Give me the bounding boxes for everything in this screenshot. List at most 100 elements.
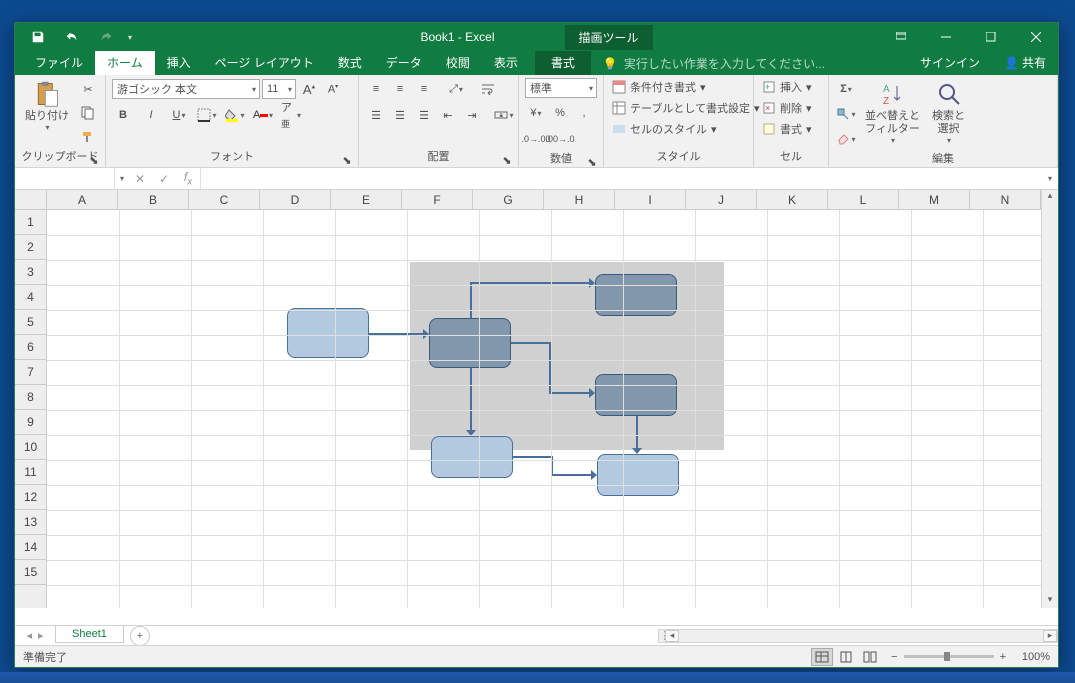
find-select-button[interactable]: 検索と 選択▾ [928,78,969,148]
column-header-L[interactable]: L [828,190,899,209]
italic-button[interactable]: I [140,104,162,126]
column-header-F[interactable]: F [402,190,473,209]
row-header-14[interactable]: 14 [15,535,46,560]
increase-decimal-button[interactable]: .0→.00 [525,128,547,150]
fill-color-button[interactable]: ▾ [224,104,246,126]
row-header-3[interactable]: 3 [15,260,46,285]
row-headers[interactable]: 123456789101112131415 [15,210,47,608]
tab-view[interactable]: 表示 [482,50,530,75]
increase-indent-button[interactable]: ⇥ [461,104,483,126]
close-button[interactable] [1013,23,1058,51]
row-header-5[interactable]: 5 [15,310,46,335]
sheet-tab-1[interactable]: Sheet1 [55,626,124,643]
column-header-J[interactable]: J [686,190,757,209]
underline-button[interactable]: U▾ [168,104,190,126]
format-painter-button[interactable] [77,126,99,148]
undo-button[interactable] [59,26,85,48]
column-header-E[interactable]: E [331,190,402,209]
connector-4[interactable] [470,368,472,430]
maximize-button[interactable] [968,23,1013,51]
column-headers[interactable]: ABCDEFGHIJKLMN [47,190,1041,210]
increase-font-button[interactable]: A▴ [298,78,320,100]
row-header-13[interactable]: 13 [15,510,46,535]
bold-button[interactable]: B [112,104,134,126]
row-header-8[interactable]: 8 [15,385,46,410]
number-format-combo[interactable]: 標準 [525,78,597,98]
column-header-B[interactable]: B [118,190,189,209]
row-header-7[interactable]: 7 [15,360,46,385]
column-header-D[interactable]: D [260,190,331,209]
format-cells-button[interactable]: 書式 ▾ [760,120,814,138]
row-header-9[interactable]: 9 [15,410,46,435]
redo-button[interactable] [93,26,119,48]
column-header-H[interactable]: H [544,190,615,209]
worksheet-grid[interactable]: ABCDEFGHIJKLMN 123456789101112131415 [15,190,1058,625]
expand-formula-bar[interactable]: ▾ [1042,174,1058,183]
alignment-dialog-launcher[interactable]: ⬊ [502,154,512,164]
cell-styles-button[interactable]: セルのスタイル ▾ [610,120,719,138]
minimize-button[interactable] [923,23,968,51]
align-bottom-button[interactable]: ≡ [413,78,435,100]
zoom-slider[interactable] [904,655,994,658]
border-button[interactable]: ▾ [196,104,218,126]
align-top-button[interactable]: ≡ [365,78,387,100]
align-left-button[interactable]: ☰ [365,104,387,126]
font-size-combo[interactable]: 11 [262,79,296,99]
flowchart-shape-5[interactable] [431,436,513,478]
column-header-C[interactable]: C [189,190,260,209]
signin-button[interactable]: サインイン [908,50,992,75]
windows-taskbar[interactable] [0,672,1075,683]
zoom-out-button[interactable]: − [891,651,897,663]
copy-button[interactable] [77,102,99,124]
zoom-level[interactable]: 100% [1012,651,1050,663]
decrease-font-button[interactable]: A▾ [322,78,344,100]
align-middle-button[interactable]: ≡ [389,78,411,100]
column-header-I[interactable]: I [615,190,686,209]
horizontal-scrollbar[interactable]: ⋮ ◂ ▸ [658,629,1058,643]
tab-pagelayout[interactable]: ページ レイアウト [203,50,326,75]
tab-data[interactable]: データ [374,50,434,75]
select-all-button[interactable] [15,190,47,210]
ruby-button[interactable]: ア亜▾ [280,104,302,126]
conditional-formatting-button[interactable]: 条件付き書式 ▾ [610,78,708,96]
clipboard-dialog-launcher[interactable]: ⬊ [89,154,99,164]
row-header-10[interactable]: 10 [15,435,46,460]
tab-insert[interactable]: 挿入 [155,50,203,75]
tab-format[interactable]: 書式 [535,50,591,75]
align-right-button[interactable]: ☰ [413,104,435,126]
column-header-A[interactable]: A [47,190,118,209]
cancel-formula-button[interactable]: ✕ [128,168,152,189]
row-header-12[interactable]: 12 [15,485,46,510]
column-header-G[interactable]: G [473,190,544,209]
row-header-1[interactable]: 1 [15,210,46,235]
normal-view-button[interactable] [811,648,833,666]
column-header-M[interactable]: M [899,190,970,209]
font-dialog-launcher[interactable]: ⬊ [342,154,352,164]
sheet-nav[interactable]: ◂▸ [15,629,55,642]
tab-home[interactable]: ホーム [95,50,155,75]
sort-filter-button[interactable]: AZ 並べ替えと フィルター▾ [861,78,924,148]
tab-file[interactable]: ファイル [23,50,95,75]
percent-format-button[interactable]: % [549,102,571,124]
ribbon-options-button[interactable] [878,23,923,51]
paste-button[interactable]: 貼り付け ▾ [21,78,73,135]
tab-review[interactable]: 校閲 [434,50,482,75]
decrease-indent-button[interactable]: ⇤ [437,104,459,126]
tellme-search[interactable]: 💡 実行したい作業を入力してください... [603,52,825,75]
column-header-N[interactable]: N [970,190,1041,209]
number-dialog-launcher[interactable]: ⬊ [587,156,597,166]
decrease-decimal-button[interactable]: .00→.0 [549,128,571,150]
name-box-dropdown[interactable]: ▾ [116,174,128,183]
qat-customize[interactable]: ▾ [128,33,132,42]
insert-cells-button[interactable]: +挿入 ▾ [760,78,814,96]
row-header-6[interactable]: 6 [15,335,46,360]
share-button[interactable]: 👤共有 [992,50,1058,75]
flowchart-shape-1[interactable] [287,308,369,358]
column-header-K[interactable]: K [757,190,828,209]
save-button[interactable] [25,26,51,48]
accounting-format-button[interactable]: ¥▾ [525,102,547,124]
connector-5[interactable] [636,416,638,448]
font-name-combo[interactable]: 游ゴシック 本文 [112,79,260,99]
row-header-15[interactable]: 15 [15,560,46,585]
delete-cells-button[interactable]: ×削除 ▾ [760,99,814,117]
